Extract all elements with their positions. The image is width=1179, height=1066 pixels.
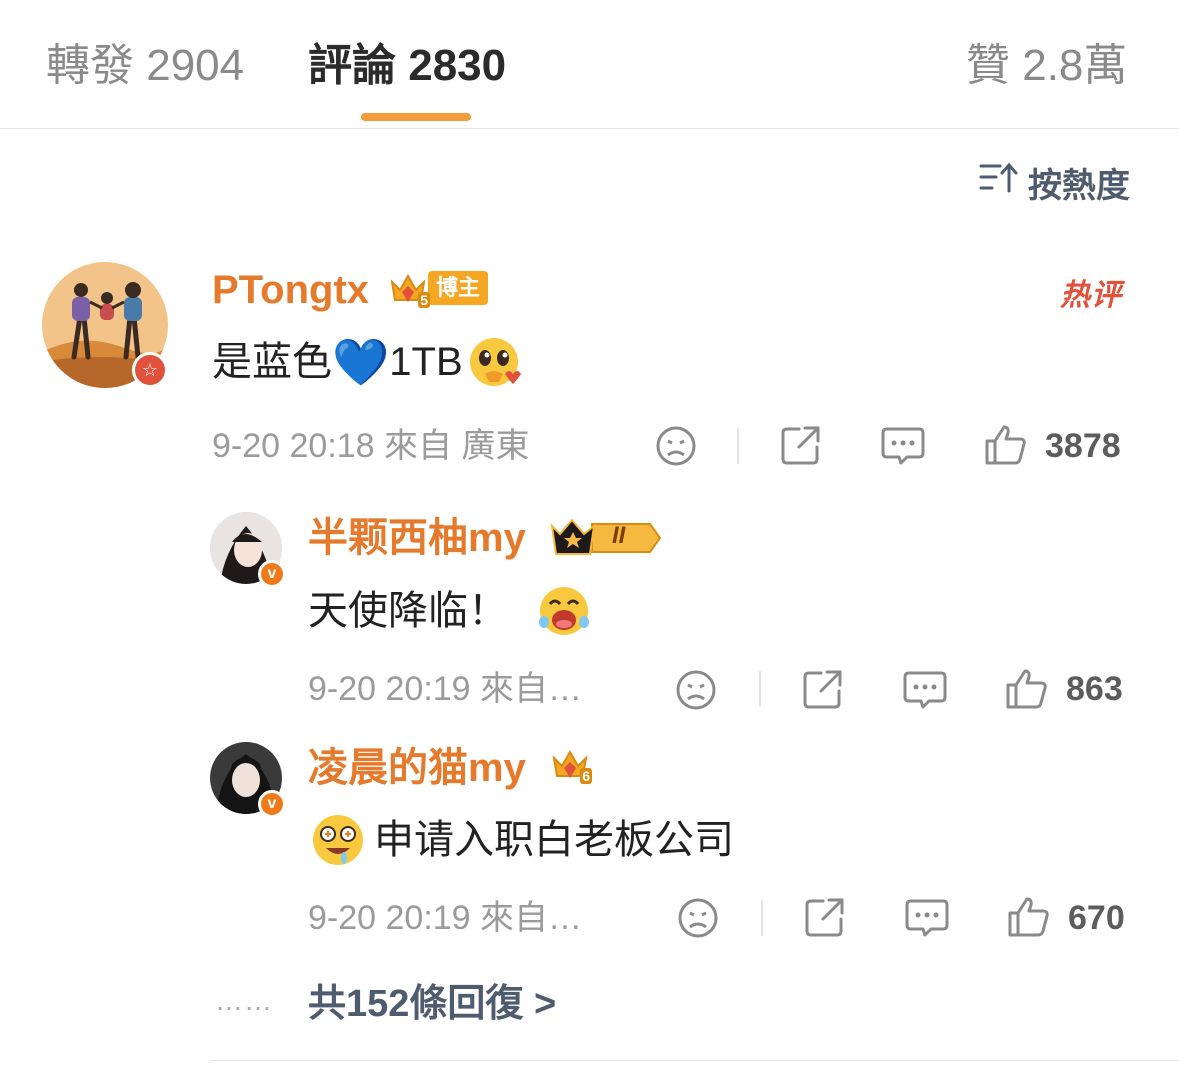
comment-icon [881, 427, 925, 465]
member-level-badge: 6 [550, 744, 592, 784]
tab-comments-count: 2830 [408, 41, 507, 90]
reply-button[interactable] [902, 668, 948, 712]
drooling-emoji-icon [308, 812, 368, 868]
dislike-button[interactable] [674, 668, 718, 712]
more-replies-link[interactable]: 共152條回復 > [308, 980, 556, 1028]
dislike-button[interactable] [654, 424, 698, 468]
like-button[interactable] [1006, 894, 1052, 940]
reply-text-body: 申请入职白老板公司 [374, 818, 734, 862]
comment-icon [905, 899, 949, 937]
reply-text: 天使降临！ [308, 584, 592, 638]
sort-label: 按熱度 [1028, 166, 1130, 205]
tab-likes-count: 2.8萬 [1022, 41, 1128, 90]
verified-star-icon: ☆ [132, 352, 168, 388]
like-button[interactable] [1004, 666, 1050, 712]
pleading-emoji-icon [467, 334, 525, 390]
reply-meta: 9-20 20:19 來自… [308, 899, 583, 937]
verified-v-icon: v [258, 560, 286, 588]
sad-face-icon [656, 426, 696, 466]
sort-icon [978, 161, 1018, 204]
action-separator [737, 428, 739, 464]
thumbs-up-icon [985, 425, 1026, 465]
action-separator [761, 900, 763, 936]
sort-by-heat-button[interactable]: 按熱度 [978, 160, 1130, 205]
reply-button[interactable] [904, 896, 950, 940]
thumbs-up-icon [1006, 669, 1047, 709]
comment-username[interactable]: PTongtx [212, 266, 369, 314]
sad-face-icon [678, 898, 718, 938]
badge-level: 6 [580, 768, 592, 784]
share-icon [781, 426, 820, 465]
crown-level-icon [550, 518, 662, 555]
reply-meta: 9-20 20:19 來自… [308, 670, 583, 708]
share-icon [803, 670, 842, 709]
reply-username[interactable]: 半颗西柚my [308, 514, 526, 562]
more-dots: …… [215, 985, 273, 1016]
like-count: 3878 [1045, 427, 1121, 465]
tab-comments[interactable]: 評論 2830 [308, 40, 506, 92]
reply-username[interactable]: 凌晨的猫my [308, 744, 526, 792]
thumbs-up-icon [1008, 897, 1049, 937]
like-button[interactable] [983, 422, 1029, 468]
member-level-badge: II [550, 516, 662, 560]
blogger-badge: 5 博主 [388, 268, 489, 308]
badge-level: 5 [418, 292, 430, 308]
comment-text-part1: 是蓝色 [212, 340, 332, 384]
crown-icon: 6 [550, 744, 592, 784]
hot-comment-tag: 热评 [1060, 279, 1122, 312]
share-button[interactable] [802, 894, 848, 940]
tab-reposts[interactable]: 轉發 2904 [46, 40, 244, 92]
action-separator [759, 671, 761, 707]
like-count: 670 [1068, 899, 1125, 937]
tab-likes[interactable]: 贊 2.8萬 [966, 40, 1127, 92]
comment-text: 是蓝色 💙 1TB [212, 334, 525, 390]
crown-icon: 5 [388, 268, 430, 308]
tab-likes-label: 贊 [966, 41, 1010, 90]
tab-reposts-count: 2904 [146, 41, 245, 90]
crying-emoji-icon [536, 584, 592, 638]
blue-heart-emoji: 💙 [332, 336, 390, 388]
like-count: 863 [1066, 670, 1123, 708]
comment-text-part2: 1TB [389, 340, 463, 384]
comment-icon [903, 671, 947, 709]
dislike-button[interactable] [676, 896, 720, 940]
level-text: II [612, 522, 626, 549]
tab-comments-label: 評論 [308, 41, 396, 90]
reply-button[interactable] [880, 424, 926, 468]
reply-text-body: 天使降临！ [308, 589, 508, 633]
badge-label: 博主 [428, 271, 489, 305]
bottom-divider [210, 1060, 1179, 1061]
verified-v-icon: v [258, 790, 286, 818]
tab-reposts-label: 轉發 [46, 41, 134, 90]
sad-face-icon [676, 670, 716, 710]
reply-text: 申请入职白老板公司 [308, 812, 734, 868]
share-icon [805, 898, 844, 937]
active-tab-indicator [361, 113, 471, 121]
comment-meta: 9-20 20:18 來自 廣東 [212, 427, 530, 465]
share-button[interactable] [800, 666, 846, 712]
share-button[interactable] [778, 422, 824, 468]
tabs-divider [0, 128, 1179, 129]
